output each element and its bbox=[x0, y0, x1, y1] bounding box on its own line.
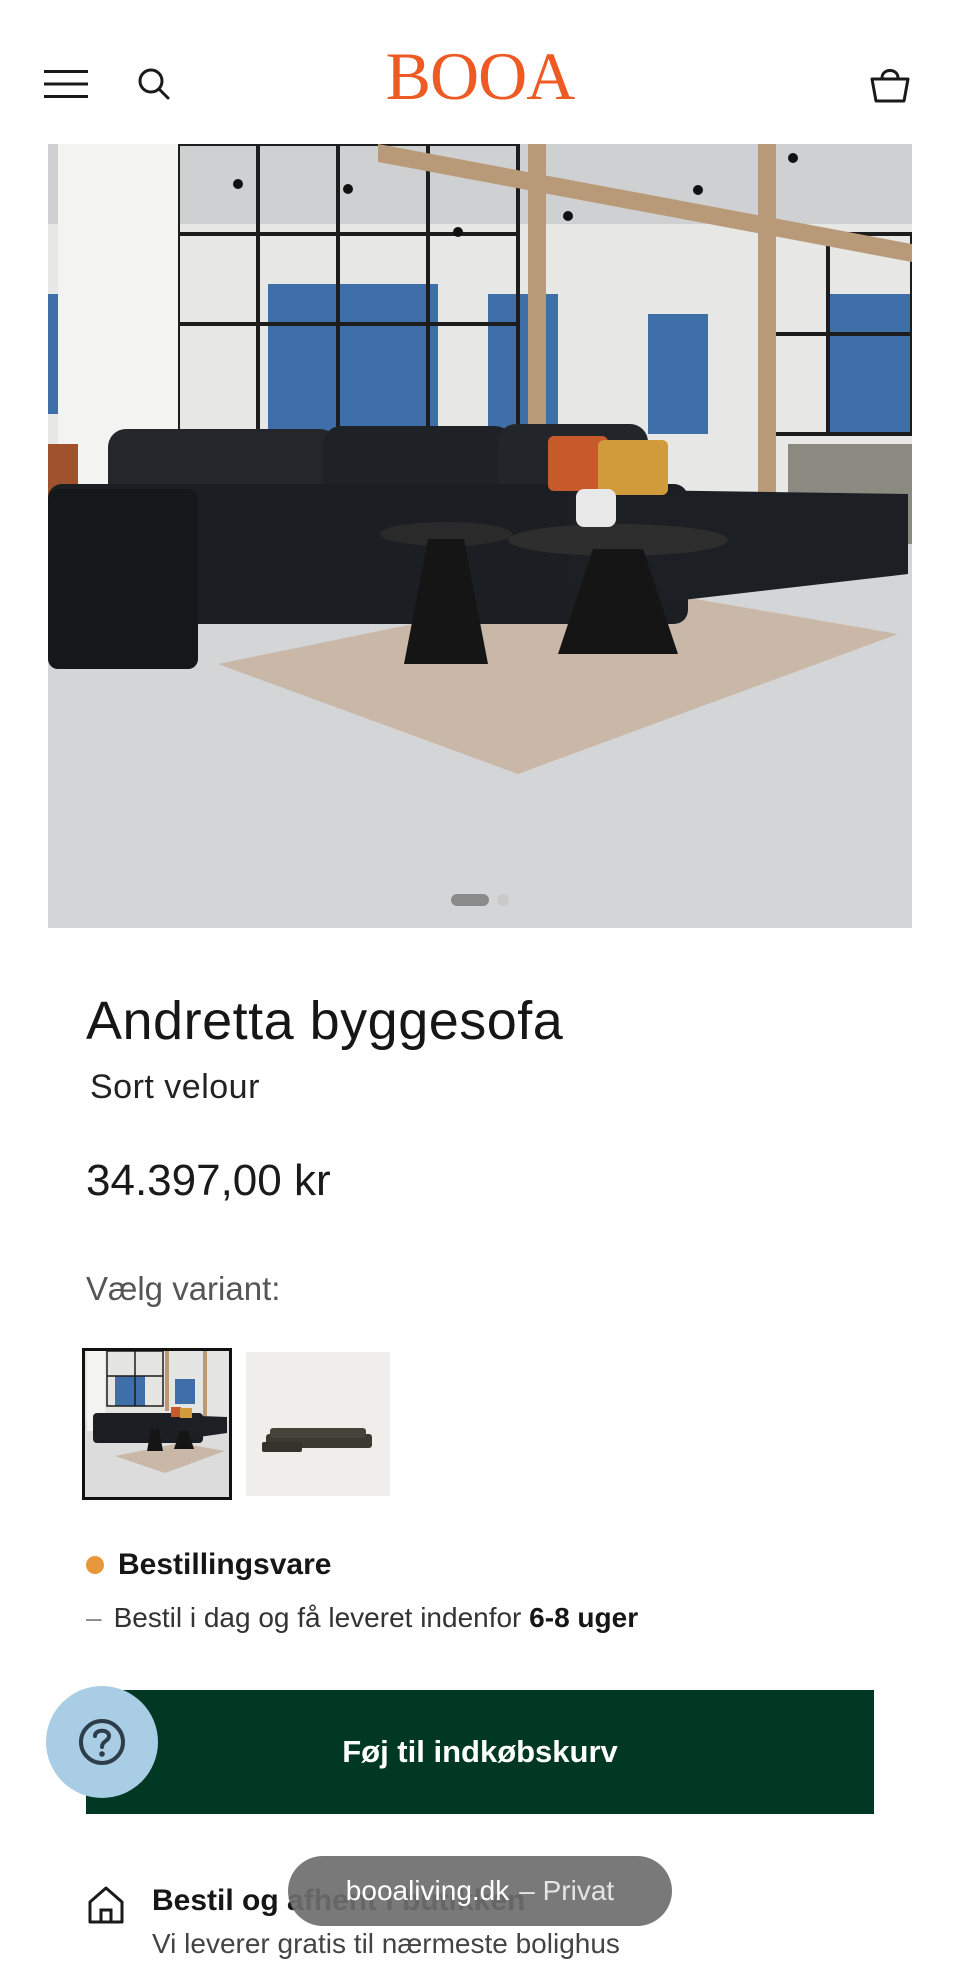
store-pickup-subtitle: Vi leverer gratis til nærmeste bolighus bbox=[152, 1928, 620, 1959]
variant-option-2[interactable] bbox=[246, 1352, 390, 1496]
variant-thumbnail-1 bbox=[85, 1351, 229, 1497]
variant-picker bbox=[82, 1348, 390, 1500]
gallery-pagination[interactable] bbox=[48, 894, 912, 906]
variant-option-1[interactable] bbox=[82, 1348, 232, 1500]
delivery-prefix: Bestil i dag og få leveret indenfor bbox=[113, 1602, 522, 1633]
stock-status: Bestillingsvare bbox=[86, 1548, 331, 1582]
browser-url-pill[interactable]: booaliving.dk – Privat bbox=[288, 1856, 672, 1926]
stock-status-dot bbox=[86, 1556, 104, 1574]
delivery-estimate: – Bestil i dag og få leveret indenfor 6-8… bbox=[86, 1602, 638, 1634]
browser-domain: booaliving.dk bbox=[345, 1875, 510, 1906]
gallery-dot-1[interactable] bbox=[451, 894, 489, 906]
gallery-dot-2[interactable] bbox=[497, 894, 509, 906]
product-title: Andretta byggesofa bbox=[86, 991, 564, 1051]
variant-label: Vælg variant: bbox=[86, 1270, 281, 1307]
product-price: 34.397,00 kr bbox=[86, 1156, 331, 1205]
product-subtitle: Sort velour bbox=[90, 1068, 260, 1106]
delivery-time: 6-8 uger bbox=[529, 1602, 639, 1633]
add-to-cart-button[interactable]: Føj til indkøbskurv bbox=[86, 1690, 874, 1814]
stock-status-label: Bestillingsvare bbox=[118, 1548, 332, 1581]
basket-icon[interactable] bbox=[862, 58, 918, 110]
product-photo bbox=[48, 144, 912, 928]
product-image-gallery[interactable] bbox=[48, 144, 912, 928]
help-button[interactable] bbox=[46, 1686, 158, 1798]
variant-thumbnail-2 bbox=[246, 1352, 390, 1496]
site-header: BOOA bbox=[0, 0, 960, 140]
store-icon bbox=[86, 1884, 126, 1931]
brand-logo[interactable]: BOOA bbox=[0, 42, 960, 110]
question-icon bbox=[79, 1719, 125, 1765]
delivery-dash: – bbox=[86, 1602, 102, 1633]
browser-mode: – Privat bbox=[519, 1875, 615, 1906]
